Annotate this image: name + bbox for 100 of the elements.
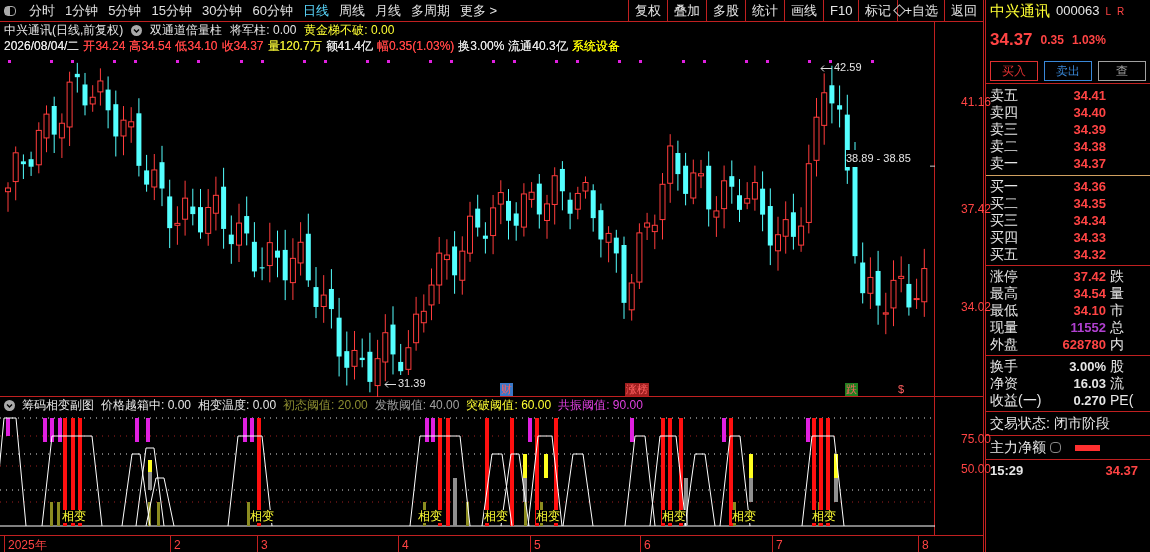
trade-button[interactable]: 查 bbox=[1098, 60, 1146, 81]
current-price: 34.37 bbox=[990, 29, 1033, 52]
row-value: 37.42 bbox=[1072, 268, 1106, 285]
row-label: 买五 bbox=[990, 246, 1019, 263]
list-icon[interactable] bbox=[1050, 442, 1061, 453]
row-label: 买一 bbox=[990, 178, 1019, 195]
stock-code: 000063 bbox=[1056, 2, 1100, 21]
period-tab[interactable]: 30分钟 bbox=[196, 0, 248, 21]
indicator-name: 双通道倍量柱 bbox=[150, 22, 223, 39]
trade-button[interactable]: 买入 bbox=[990, 60, 1038, 81]
arrow-icon bbox=[820, 65, 832, 72]
row-label: 涨停 bbox=[990, 268, 1019, 285]
row-value: 34.35 bbox=[1072, 195, 1106, 212]
flag-label[interactable]: R bbox=[1116, 3, 1125, 19]
row-label: 跌 bbox=[1110, 268, 1124, 285]
row-value: 34.34 bbox=[1072, 212, 1106, 229]
phase-label: 相变 bbox=[536, 510, 560, 523]
row-label: 卖一 bbox=[990, 155, 1019, 172]
trade-button[interactable]: 卖出 bbox=[1044, 60, 1092, 81]
toolbar-button[interactable]: 复权 bbox=[628, 0, 667, 22]
toolbar-button[interactable]: F10 bbox=[823, 0, 859, 22]
dropdown-icon[interactable] bbox=[4, 399, 15, 411]
event-marker[interactable]: $ bbox=[897, 383, 906, 396]
toolbar-button[interactable]: 标记 bbox=[858, 0, 898, 22]
period-tab[interactable]: 多周期 bbox=[405, 0, 455, 21]
row-value: 34.37 bbox=[1072, 155, 1106, 172]
net-flow-label: 主力净额 bbox=[990, 439, 1046, 457]
trading-status: 交易状态: 闭市阶段 bbox=[990, 414, 1110, 433]
row-value: 34.32 bbox=[1072, 246, 1106, 263]
stock-name: 中兴通讯 bbox=[990, 0, 1050, 21]
row-label: 总 bbox=[1110, 319, 1124, 336]
row-label: 股 bbox=[1110, 358, 1124, 375]
row-value: 34.10 bbox=[1072, 302, 1106, 319]
row-value: 34.33 bbox=[1072, 229, 1106, 246]
indicator-value: 相变温度: 0.00 bbox=[198, 397, 277, 414]
change-percent: 1.03% bbox=[1071, 32, 1106, 49]
period-tab[interactable]: 日线 bbox=[297, 0, 334, 21]
row-value: 34.54 bbox=[1072, 285, 1106, 302]
row-label: 卖二 bbox=[990, 138, 1019, 155]
period-tab[interactable]: 1分钟 bbox=[60, 0, 104, 21]
toolbar-button[interactable]: 画线 bbox=[784, 0, 823, 22]
row-value: 16.03 bbox=[1072, 375, 1106, 392]
chart-title: 中兴通讯(日线,前复权) bbox=[4, 22, 124, 39]
time-axis-label: 6 bbox=[640, 536, 651, 552]
indicator-value: 突破阈值: 60.00 bbox=[466, 397, 552, 414]
row-value: 34.40 bbox=[1072, 104, 1106, 121]
quote-value: 低34.10 bbox=[175, 38, 218, 55]
phase-label: 相变 bbox=[250, 510, 274, 523]
time-axis-label: 2 bbox=[170, 536, 181, 552]
indicator-value: 将军柱: 0.00 bbox=[230, 22, 297, 39]
quote-value: 额41.4亿 bbox=[325, 38, 373, 55]
period-tab[interactable]: 15分钟 bbox=[146, 0, 197, 21]
toolbar-button[interactable]: 返回 bbox=[944, 0, 983, 22]
toolbar-button[interactable]: 多股 bbox=[706, 0, 745, 22]
row-label: 收益(一) bbox=[990, 392, 1043, 409]
trade-time: 15:29 bbox=[990, 462, 1024, 481]
time-axis-label: 3 bbox=[257, 536, 268, 552]
quote-value: 收34.37 bbox=[221, 38, 264, 55]
sidebar-toggle-icon[interactable] bbox=[4, 5, 16, 16]
phase-label: 相变 bbox=[732, 510, 756, 523]
toolbar-button[interactable]: +自选 bbox=[897, 0, 944, 22]
price-label: 38.89 - 38.85 bbox=[846, 150, 911, 167]
quote-value: 流通40.3亿 bbox=[508, 38, 568, 55]
phase-label: 相变 bbox=[418, 510, 442, 523]
toolbar-button[interactable]: 统计 bbox=[745, 0, 784, 22]
trade-price: 34.37 bbox=[1105, 462, 1138, 481]
row-label: 买四 bbox=[990, 229, 1019, 246]
indicator-value: 发散阈值: 40.00 bbox=[374, 397, 460, 414]
time-axis-label: 5 bbox=[530, 536, 541, 552]
row-label: 量 bbox=[1110, 285, 1124, 302]
period-tab[interactable]: 周线 bbox=[333, 0, 370, 21]
indicator-value: 初态阈值: 20.00 bbox=[283, 397, 368, 414]
quote-value: 系统设备 bbox=[571, 38, 620, 55]
row-label: 净资 bbox=[990, 375, 1019, 392]
period-tab[interactable]: 月线 bbox=[369, 0, 406, 21]
period-tab[interactable]: 60分钟 bbox=[247, 0, 298, 21]
period-tab[interactable]: 5分钟 bbox=[103, 0, 147, 21]
flag-label[interactable]: L bbox=[1105, 3, 1111, 19]
indicator-title: 筹码相变副图 bbox=[22, 397, 94, 414]
phase-label: 相变 bbox=[662, 510, 686, 523]
row-label: 换手 bbox=[990, 358, 1019, 375]
row-value: 34.41 bbox=[1072, 87, 1106, 104]
more-button[interactable]: 更多 > bbox=[454, 0, 503, 21]
row-label: PE( bbox=[1110, 392, 1134, 409]
quote-value: 2026/08/04/二 bbox=[4, 38, 80, 55]
indicator-value: 黄金梯不破: 0.00 bbox=[304, 22, 395, 39]
row-label: 卖三 bbox=[990, 121, 1019, 138]
indicator-value: 价格越箱中: 0.00 bbox=[101, 397, 192, 414]
row-label: 卖五 bbox=[990, 87, 1019, 103]
time-axis-label: 4 bbox=[398, 536, 409, 552]
quote-value: 高34.54 bbox=[129, 38, 172, 55]
row-value: 0.270 bbox=[1072, 392, 1106, 409]
period-tab[interactable]: 分时 bbox=[24, 0, 60, 21]
time-axis-label: 2025年 bbox=[4, 536, 47, 552]
price-label: 31.39 bbox=[398, 375, 426, 392]
row-label: 卖四 bbox=[990, 104, 1019, 121]
phase-label: 相变 bbox=[62, 510, 86, 523]
toolbar-button[interactable]: 叠加 bbox=[667, 0, 706, 22]
dropdown-icon[interactable] bbox=[131, 24, 143, 36]
row-label: 外盘 bbox=[990, 336, 1019, 353]
